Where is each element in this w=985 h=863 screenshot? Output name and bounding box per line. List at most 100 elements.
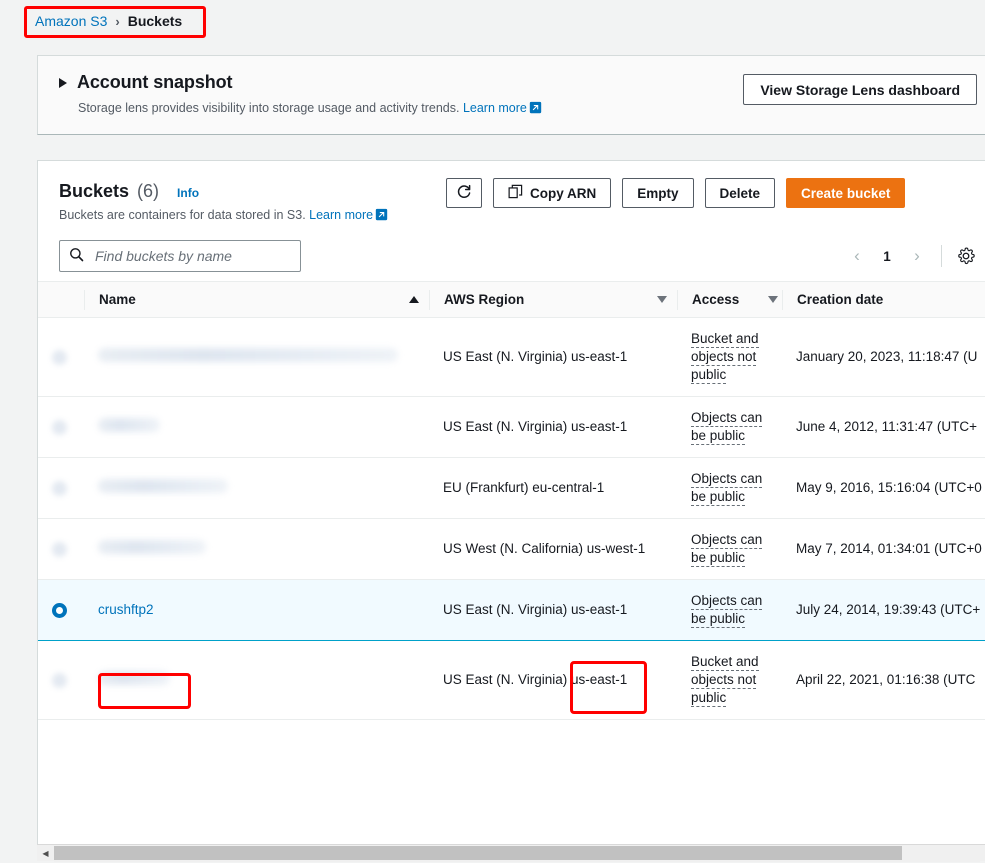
radio-button[interactable] (52, 350, 67, 365)
row-name-cell[interactable] (84, 318, 429, 397)
table-row[interactable]: US East (N. Virginia) us-east-1 Bucket a… (38, 318, 985, 397)
delete-button[interactable]: Delete (705, 178, 776, 208)
row-select-cell[interactable] (38, 318, 84, 397)
row-creation-date-cell: May 9, 2016, 15:16:04 (UTC+0 (782, 458, 985, 519)
row-name-cell[interactable] (84, 519, 429, 580)
table-row[interactable]: US East (N. Virginia) us-east-1 Bucket a… (38, 641, 985, 720)
th-access[interactable]: Access (677, 282, 782, 318)
copy-arn-button[interactable]: Copy ARN (493, 178, 611, 208)
row-select-cell[interactable] (38, 519, 84, 580)
table-row[interactable]: US West (N. California) us-west-1 Object… (38, 519, 985, 580)
create-bucket-button[interactable]: Create bucket (786, 178, 905, 208)
pagination-prev-button[interactable]: ‹ (844, 242, 870, 270)
row-creation-date-cell: April 22, 2021, 01:16:38 (UTC (782, 641, 985, 720)
buckets-table-scroll-container[interactable]: Name AWS Region Access (38, 281, 985, 841)
table-row-selected[interactable]: crushftp2 US East (N. Virginia) us-east-… (38, 580, 985, 641)
copy-icon (508, 184, 523, 202)
external-link-icon (375, 208, 388, 221)
bucket-name-link[interactable]: crushftp2 (98, 602, 154, 617)
radio-button[interactable] (52, 542, 67, 557)
account-snapshot-title: Account snapshot (77, 72, 232, 93)
radio-button-selected[interactable] (52, 603, 67, 618)
table-preferences-gear-icon[interactable] (953, 243, 979, 269)
buckets-title-row: Buckets (6) Info (59, 181, 199, 202)
table-row[interactable]: EU (Frankfurt) eu-central-1 Objects can … (38, 458, 985, 519)
th-creation-date[interactable]: Creation date (782, 282, 985, 318)
row-name-cell[interactable]: crushftp2 (84, 580, 429, 641)
find-buckets-search-box[interactable] (59, 240, 301, 272)
scroll-left-arrow-icon[interactable]: ◀ (37, 845, 54, 862)
scrollbar-track[interactable] (54, 845, 980, 862)
sort-ascending-icon[interactable] (409, 296, 419, 303)
buckets-learn-more-link[interactable]: Learn more (309, 208, 373, 222)
search-icon (69, 247, 84, 265)
account-snapshot-description: Storage lens provides visibility into st… (78, 101, 542, 115)
pagination-page-1[interactable]: 1 (876, 249, 898, 264)
row-region-cell: US East (N. Virginia) us-east-1 (429, 318, 677, 397)
sort-descending-icon[interactable] (768, 296, 778, 303)
buckets-panel: Buckets (6) Info Buckets are containers … (37, 160, 985, 860)
bucket-name-redacted (98, 348, 398, 362)
th-name-label: Name (99, 292, 136, 307)
breadcrumb-link-amazon-s3[interactable]: Amazon S3 (35, 13, 107, 29)
access-status-text: Bucket and objects not public (691, 331, 759, 384)
row-access-cell: Objects can be public (677, 397, 782, 458)
pagination-controls: ‹ 1 › (844, 241, 979, 271)
th-select (38, 282, 84, 318)
row-name-cell[interactable] (84, 397, 429, 458)
th-aws-region[interactable]: AWS Region (429, 282, 677, 318)
buckets-description: Buckets are containers for data stored i… (59, 208, 388, 222)
row-region-cell: US East (N. Virginia) us-east-1 (429, 580, 677, 641)
buckets-info-link[interactable]: Info (177, 186, 199, 200)
row-name-cell[interactable] (84, 641, 429, 720)
account-snapshot-header[interactable]: Account snapshot (59, 72, 232, 93)
row-access-cell: Objects can be public (677, 458, 782, 519)
search-input[interactable] (93, 247, 291, 265)
caret-right-icon[interactable] (59, 78, 67, 88)
th-name[interactable]: Name (84, 282, 429, 318)
scrollbar-thumb[interactable] (54, 846, 902, 860)
empty-button[interactable]: Empty (622, 178, 693, 208)
buckets-table: Name AWS Region Access (38, 281, 985, 720)
account-snapshot-learn-more-link[interactable]: Learn more (463, 101, 527, 115)
table-row[interactable]: US East (N. Virginia) us-east-1 Objects … (38, 397, 985, 458)
buckets-description-text: Buckets are containers for data stored i… (59, 208, 306, 222)
buckets-title: Buckets (59, 181, 129, 202)
row-select-cell[interactable] (38, 458, 84, 519)
bucket-name-redacted (98, 671, 170, 685)
row-select-cell[interactable] (38, 580, 84, 641)
row-access-cell: Bucket and objects not public (677, 641, 782, 720)
bucket-name-redacted (98, 479, 228, 493)
buckets-count: (6) (137, 181, 159, 202)
copy-arn-label: Copy ARN (530, 186, 596, 201)
sort-descending-icon[interactable] (657, 296, 667, 303)
row-creation-date-cell: January 20, 2023, 11:18:47 (U (782, 318, 985, 397)
buckets-table-body: US East (N. Virginia) us-east-1 Bucket a… (38, 318, 985, 720)
account-snapshot-panel: Account snapshot Storage lens provides v… (37, 55, 985, 135)
th-aws-region-label: AWS Region (444, 292, 524, 307)
account-snapshot-description-text: Storage lens provides visibility into st… (78, 101, 459, 115)
row-region-cell: US East (N. Virginia) us-east-1 (429, 397, 677, 458)
buckets-panel-header: Buckets (6) Info Buckets are containers … (38, 161, 985, 281)
breadcrumb: Amazon S3 › Buckets (24, 6, 194, 36)
row-region-cell: EU (Frankfurt) eu-central-1 (429, 458, 677, 519)
row-select-cell[interactable] (38, 397, 84, 458)
access-status-text: Bucket and objects not public (691, 654, 759, 707)
radio-button[interactable] (52, 420, 67, 435)
access-status-text: Objects can be public (691, 532, 762, 567)
radio-button[interactable] (52, 481, 67, 496)
row-name-cell[interactable] (84, 458, 429, 519)
bucket-name-redacted (98, 418, 160, 432)
pagination-next-button[interactable]: › (904, 242, 930, 270)
view-storage-lens-dashboard-button[interactable]: View Storage Lens dashboard (743, 74, 977, 105)
buckets-table-head: Name AWS Region Access (38, 282, 985, 318)
horizontal-scrollbar[interactable]: ◀ ▶ (37, 844, 985, 861)
row-creation-date-cell: June 4, 2012, 11:31:47 (UTC+ (782, 397, 985, 458)
scroll-right-arrow-icon[interactable]: ▶ (980, 845, 985, 862)
external-link-icon (529, 101, 542, 114)
row-select-cell[interactable] (38, 641, 84, 720)
row-creation-date-cell: May 7, 2014, 01:34:01 (UTC+0 (782, 519, 985, 580)
refresh-button[interactable] (446, 178, 482, 208)
row-region-cell: US East (N. Virginia) us-east-1 (429, 641, 677, 720)
radio-button[interactable] (52, 673, 67, 688)
